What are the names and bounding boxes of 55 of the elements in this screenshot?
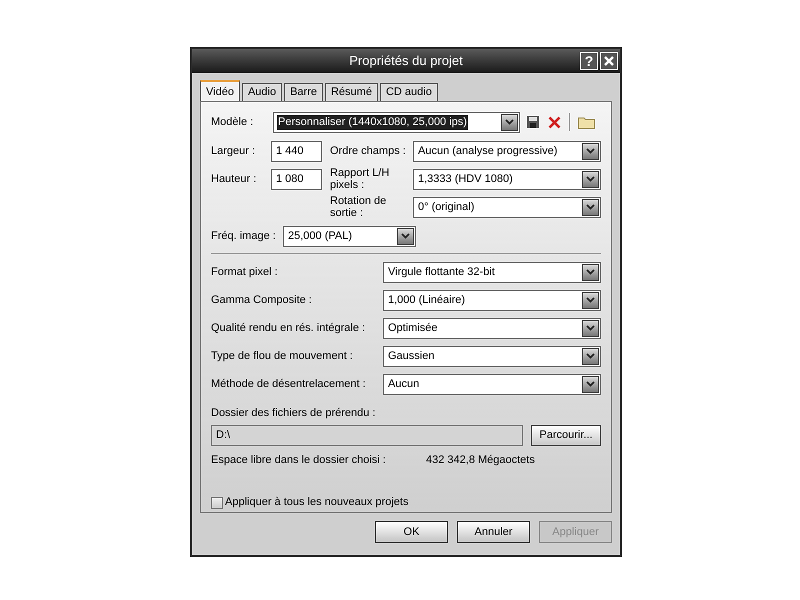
dropdown[interactable]: 1,000 (Linéaire) (383, 290, 601, 310)
dropdown[interactable]: Aucun (383, 374, 601, 394)
dropdown-value: 0° (original) (417, 200, 476, 214)
field-label: Hauteur : (211, 172, 258, 187)
field-label: Espace libre dans le dossier choisi : (211, 453, 387, 468)
dropdown[interactable]: 1,3333 (HDV 1080) (413, 168, 601, 190)
close-icon (603, 55, 615, 67)
dropdown-value: 1,000 (Linéaire) (387, 292, 466, 308)
dropdown-value: Aucun (analyse progressive) (417, 144, 558, 158)
dropdown-value: Gaussien (387, 348, 436, 364)
field-label: Type de flou de mouvement : (211, 348, 354, 364)
field-label: Largeur : (211, 144, 256, 159)
checkbox-label: Appliquer à tous les nouveaux projets (225, 495, 408, 510)
save-icon[interactable] (526, 115, 540, 129)
field-label: Qualité rendu en rés. intégrale : (211, 320, 366, 336)
dropdown-value: 25,000 (PAL) (287, 228, 354, 244)
window-title: Propriétés du projet (349, 52, 463, 70)
dropdown-value: Personnaliser (1440x1080, 25,000 ips) (277, 114, 468, 130)
field-label: Dossier des fichiers de prérendu : (211, 406, 376, 421)
dialog-button[interactable]: Annuler (457, 521, 530, 543)
dropdown[interactable]: Virgule flottante 32-bit (383, 262, 601, 282)
dropdown[interactable]: Gaussien (383, 346, 601, 366)
field-label: Modèle : (211, 114, 254, 130)
free-space-value: 432 342,8 Mégaoctets (426, 453, 535, 468)
tab[interactable]: Audio (242, 83, 282, 101)
field-label: Ordre champs : (330, 144, 407, 159)
dropdown-value: Virgule flottante 32-bit (387, 264, 496, 280)
dropdown[interactable]: 0° (original) (413, 196, 601, 218)
field-label: Fréq. image : (211, 228, 277, 244)
dropdown[interactable]: Personnaliser (1440x1080, 25,000 ips) (273, 112, 520, 132)
tab[interactable]: Résumé (324, 83, 378, 101)
field-label: Gamma Composite : (211, 292, 313, 308)
tab[interactable]: Vidéo (200, 80, 240, 101)
folder-path-field[interactable]: D:\ (211, 425, 523, 446)
tab[interactable]: Barre (284, 83, 323, 101)
folder-icon[interactable] (578, 116, 595, 128)
dialog-button[interactable]: OK (375, 521, 448, 543)
close-button[interactable] (600, 52, 618, 70)
delete-icon[interactable] (548, 116, 561, 128)
field-label: Rotation de sortie : (330, 195, 388, 219)
dropdown[interactable]: Aucun (analyse progressive) (413, 140, 601, 162)
browse-button[interactable]: Parcourir... (531, 425, 601, 446)
dropdown-value: Optimisée (387, 320, 439, 336)
help-button[interactable]: ? (580, 52, 598, 70)
width-field[interactable]: 1 440 (271, 140, 322, 162)
checkbox[interactable] (211, 496, 223, 508)
dropdown-value: Aucun (387, 376, 420, 392)
dropdown[interactable]: 25,000 (PAL) (283, 226, 416, 246)
height-field[interactable]: 1 080 (271, 168, 322, 190)
tab[interactable]: CD audio (380, 83, 438, 101)
field-label: Rapport L/H pixels : (330, 167, 390, 191)
dropdown-value: 1,3333 (HDV 1080) (417, 172, 514, 186)
dropdown[interactable]: Optimisée (383, 318, 601, 338)
field-label: Méthode de désentrelacement : (211, 376, 367, 392)
field-label: Format pixel : (211, 264, 279, 280)
